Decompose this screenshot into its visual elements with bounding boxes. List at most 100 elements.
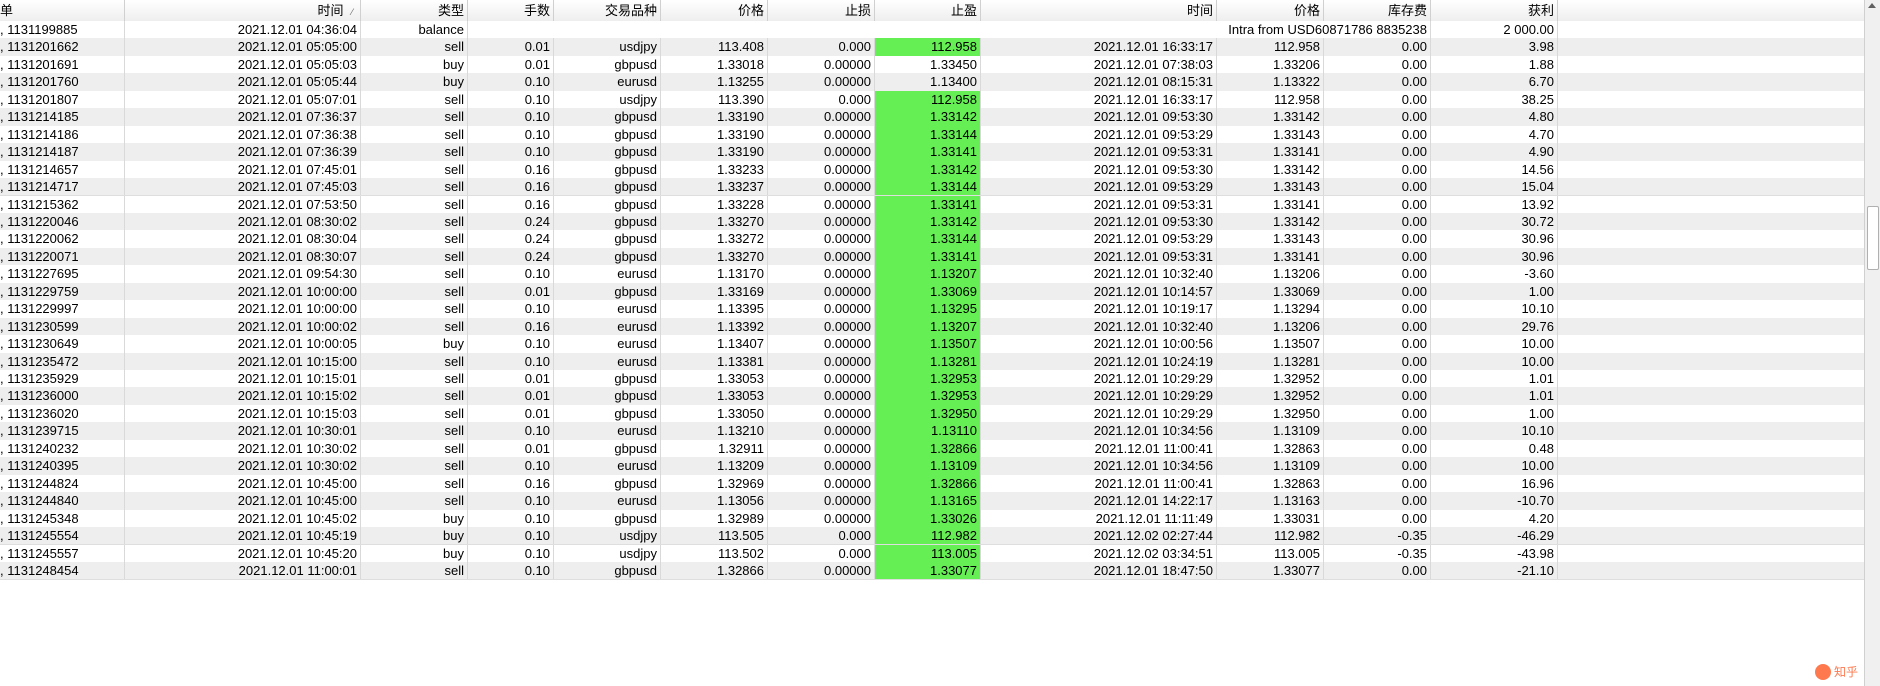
cell-close-time: 2021.12.01 09:53:29 (981, 230, 1217, 248)
cell-type: sell (361, 178, 468, 196)
table-row[interactable]: , 1131245348 2021.12.01 10:45:02 buy 0.10 gb… (0, 509, 1865, 529)
table-row[interactable]: , 1131214186 2021.12.01 07:36:38 sell 0.10 g… (0, 125, 1865, 145)
cell-open-time: 2021.12.01 10:00:00 (125, 300, 361, 318)
cell-close-price: 1.13163 (1217, 492, 1324, 510)
cell-close-time: 2021.12.01 10:24:19 (981, 352, 1217, 370)
table-row[interactable]: , 1131248454 2021.12.01 11:00:01 sell 0.10 g… (0, 561, 1865, 581)
table-row[interactable]: , 1131235472 2021.12.01 10:15:00 sell 0.10 e… (0, 352, 1865, 371)
cell-take-profit: 1.13295 (875, 300, 981, 318)
cell-volume: 0.16 (468, 195, 554, 213)
cell-profit: 4.90 (1431, 143, 1558, 161)
cell-profit: 6.70 (1431, 73, 1558, 91)
col-header-take-profit[interactable]: 止盈 (875, 0, 981, 21)
cell-swap: 0.00 (1324, 300, 1431, 318)
col-header-ticket[interactable]: 单 (0, 0, 125, 21)
col-header-open-price[interactable]: 价格 (661, 0, 768, 21)
cell-close-time: 2021.12.01 16:33:17 (981, 38, 1217, 56)
table-row[interactable]: , 1131240395 2021.12.01 10:30:02 sell 0.10 e… (0, 457, 1865, 476)
col-header-volume[interactable]: 手数 (468, 0, 554, 21)
table-row[interactable]: , 1131229997 2021.12.01 10:00:00 sell 0.10 e… (0, 300, 1865, 319)
table-row[interactable]: , 1131220046 2021.12.01 08:30:02 sell 0.24 g… (0, 212, 1865, 232)
cell-symbol: eurusd (554, 73, 661, 91)
col-header-profit[interactable]: 获利 (1431, 0, 1558, 21)
cell-symbol: gbpusd (554, 439, 661, 458)
table-row-balance[interactable]: , 1131199885 2021.12.01 04:36:04 balance… (0, 21, 1865, 40)
table-row[interactable]: , 1131220062 2021.12.01 08:30:04 sell 0.24 g… (0, 230, 1865, 249)
table-row[interactable]: , 1131201691 2021.12.01 05:05:03 buy 0.01 gb… (0, 55, 1865, 75)
col-header-type[interactable]: 类型 (361, 0, 468, 21)
cell-type: sell (361, 474, 468, 493)
cell-symbol: gbpusd (554, 178, 661, 196)
cell-take-profit: 1.33144 (875, 125, 981, 144)
cell-symbol: gbpusd (554, 474, 661, 493)
cell-take-profit: 1.33141 (875, 195, 981, 213)
table-row[interactable]: , 1131230599 2021.12.01 10:00:02 sell 0.16 e… (0, 317, 1865, 337)
cell-type: sell (361, 300, 468, 318)
cell-swap: 0.00 (1324, 474, 1431, 493)
cell-profit: 30.72 (1431, 212, 1558, 231)
cell-type: buy (361, 73, 468, 91)
table-row[interactable]: , 1131220071 2021.12.01 08:30:07 sell 0.24 g… (0, 247, 1865, 267)
table-row[interactable]: , 1131214717 2021.12.01 07:45:03 sell 0.16 g… (0, 178, 1865, 197)
col-header-swap[interactable]: 库存费 (1324, 0, 1431, 21)
table-row[interactable]: , 1131214657 2021.12.01 07:45:01 sell 0.16 g… (0, 160, 1865, 180)
cell-type: buy (361, 335, 468, 353)
cell-open-price: 1.33190 (661, 108, 768, 126)
scrollbar-thumb[interactable] (1867, 206, 1879, 270)
cell-stop-loss: 0.00000 (768, 125, 875, 144)
cell-profit: 1.01 (1431, 387, 1558, 405)
col-header-close-time[interactable]: 时间 (981, 0, 1217, 21)
cell-take-profit: 1.33069 (875, 282, 981, 301)
cell-close-time: 2021.12.01 09:53:31 (981, 195, 1217, 213)
cell-profit: 13.92 (1431, 195, 1558, 213)
table-row[interactable]: , 1131215362 2021.12.01 07:53:50 sell 0.16 g… (0, 195, 1865, 214)
cell-type: buy (361, 544, 468, 562)
table-row[interactable]: , 1131240232 2021.12.01 10:30:02 sell 0.01 g… (0, 439, 1865, 459)
table-row[interactable]: , 1131201760 2021.12.01 05:05:44 buy 0.10 eu… (0, 73, 1865, 92)
table-row[interactable]: , 1131235929 2021.12.01 10:15:01 sell 0.01 g… (0, 370, 1865, 389)
table-row[interactable]: , 1131245554 2021.12.01 10:45:19 buy 0.10 us… (0, 527, 1865, 546)
cell-open-price: 1.33050 (661, 404, 768, 423)
table-row[interactable]: , 1131230649 2021.12.01 10:00:05 buy 0.10 eu… (0, 335, 1865, 354)
cell-type: sell (361, 370, 468, 388)
cell-close-price: 1.13109 (1217, 422, 1324, 440)
col-header-symbol[interactable]: 交易品种 (554, 0, 661, 21)
table-row[interactable]: , 1131229759 2021.12.01 10:00:00 sell 0.01 g… (0, 282, 1865, 302)
col-header-open-time[interactable]: 时间 ⁄ (125, 0, 361, 21)
table-row[interactable]: , 1131239715 2021.12.01 10:30:01 sell 0.10 e… (0, 422, 1865, 441)
cell-volume: 0.01 (468, 387, 554, 405)
table-row[interactable]: , 1131236000 2021.12.01 10:15:02 sell 0.01 g… (0, 387, 1865, 406)
col-header-close-price[interactable]: 价格 (1217, 0, 1324, 21)
table-header: 单 时间 ⁄ 类型 手数 交易品种 价格 止损 止盈 时间 价格 库存费 获利 (0, 0, 1865, 22)
col-header-stop-loss[interactable]: 止损 (768, 0, 875, 21)
cell-symbol: gbpusd (554, 143, 661, 161)
sort-ascending-icon: ⁄ (351, 7, 353, 17)
table-row[interactable]: , 1131201662 2021.12.01 05:05:00 sell 0.01 u… (0, 38, 1865, 57)
table-row[interactable]: , 1131201807 2021.12.01 05:07:01 sell 0.10 u… (0, 90, 1865, 110)
table-row[interactable]: , 1131214185 2021.12.01 07:36:37 sell 0.10 g… (0, 108, 1865, 127)
cell-profit: 16.96 (1431, 474, 1558, 493)
cell-ticket: , 1131235929 (0, 370, 125, 388)
cell-open-time: 2021.12.01 08:30:02 (125, 212, 361, 231)
cell-stop-loss: 0.00000 (768, 143, 875, 161)
cell-ticket: , 1131214186 (0, 125, 125, 144)
cell-type: buy (361, 527, 468, 545)
table-row[interactable]: , 1131245557 2021.12.01 10:45:20 buy 0.10 us… (0, 544, 1865, 563)
cell-ticket: , 1131230599 (0, 317, 125, 336)
scroll-up-arrow-icon[interactable] (1868, 3, 1876, 8)
table-row[interactable]: , 1131236020 2021.12.01 10:15:03 sell 0.01 g… (0, 404, 1865, 424)
cell-take-profit: 1.13207 (875, 265, 981, 283)
table-row[interactable]: , 1131244824 2021.12.01 10:45:00 sell 0.16 g… (0, 474, 1865, 494)
cell-swap: 0.00 (1324, 195, 1431, 213)
table-row[interactable]: , 1131244840 2021.12.01 10:45:00 sell 0.10 e… (0, 492, 1865, 511)
cell-stop-loss: 0.00000 (768, 457, 875, 475)
cell-ticket: , 1131245554 (0, 527, 125, 545)
cell-volume: 0.16 (468, 474, 554, 493)
table-row[interactable]: , 1131227695 2021.12.01 09:54:30 sell 0.10 e… (0, 265, 1865, 284)
table-row[interactable]: , 1131214187 2021.12.01 07:36:39 sell 0.10 g… (0, 143, 1865, 162)
cell-volume: 0.16 (468, 317, 554, 336)
cell-take-profit: 1.13400 (875, 73, 981, 91)
vertical-scrollbar[interactable] (1864, 0, 1880, 686)
cell-type: sell (361, 108, 468, 126)
cell-volume: 0.10 (468, 143, 554, 161)
